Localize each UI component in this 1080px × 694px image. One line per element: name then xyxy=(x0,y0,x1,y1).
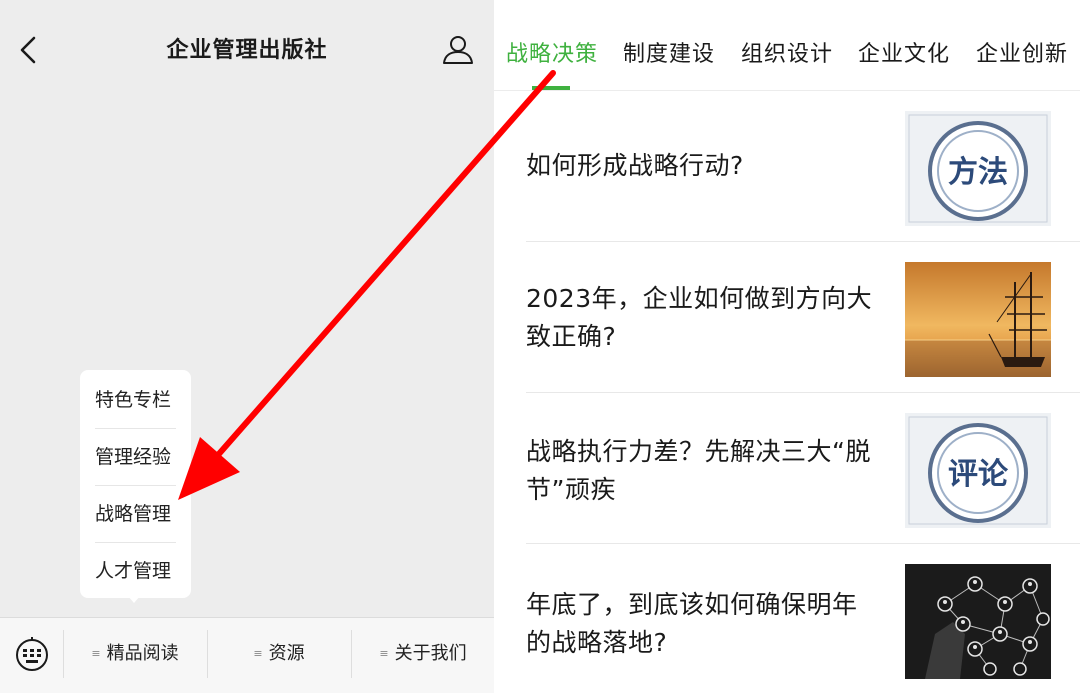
menu-button-featured-reading[interactable]: ≡ 精品阅读 xyxy=(64,618,206,693)
network-people-image xyxy=(905,564,1051,679)
menu-button-about-us[interactable]: ≡ 关于我们 xyxy=(352,618,494,693)
keyboard-icon xyxy=(16,637,48,671)
menu-button-resources[interactable]: ≡ 资源 xyxy=(208,618,350,693)
page-title: 企业管理出版社 xyxy=(166,38,328,63)
article-item[interactable]: 年底了，到底该如何确保明年的战略落地? xyxy=(526,544,1080,694)
article-thumbnail: 方法 xyxy=(905,111,1051,226)
menu-lines-icon: ≡ xyxy=(379,647,389,660)
keyboard-toggle-button[interactable] xyxy=(14,634,50,674)
top-bar: 企业管理出版社 xyxy=(0,0,494,100)
menu-lines-icon: ≡ xyxy=(91,647,101,660)
menu-button-label: 资源 xyxy=(268,643,305,664)
article-thumbnail: 评论 xyxy=(905,413,1051,528)
profile-button[interactable] xyxy=(440,32,476,68)
submenu-item[interactable]: 人才管理 xyxy=(95,543,176,599)
article-thumbnail xyxy=(905,262,1051,377)
article-title: 战略执行力差？先解决三大“脱节”顽疾 xyxy=(526,437,871,504)
tab-org-design[interactable]: 组织设计 xyxy=(741,36,833,68)
article-item[interactable]: 如何形成战略行动? 方法 xyxy=(526,91,1080,242)
tab-innovation[interactable]: 企业创新 xyxy=(976,36,1068,68)
tab-strategy[interactable]: 战略决策 xyxy=(506,36,598,68)
article-thumbnail xyxy=(905,564,1051,679)
menu-button-label: 精品阅读 xyxy=(106,643,179,664)
thumbnail-text: 评论 xyxy=(948,457,1009,492)
tab-culture[interactable]: 企业文化 xyxy=(858,36,950,68)
article-item[interactable]: 战略执行力差？先解决三大“脱节”顽疾 评论 xyxy=(526,393,1080,544)
thumbnail-text: 方法 xyxy=(948,155,1008,190)
article-list-panel: 战略决策 制度建设 组织设计 企业文化 企业创新 如何形成战略行动? 方法 20… xyxy=(494,0,1080,692)
menu-button-label: 关于我们 xyxy=(394,643,467,664)
account-panel: 企业管理出版社 特色专栏 管理经验 战略管理 人才管理 ≡ 精品阅读 ≡ 资源 … xyxy=(0,0,494,693)
active-tab-indicator xyxy=(532,86,570,90)
popup-pointer xyxy=(128,596,140,603)
submenu-item[interactable]: 特色专栏 xyxy=(95,372,176,429)
article-item[interactable]: 2023年，企业如何做到方向大致正确? xyxy=(526,242,1080,393)
category-tabs: 战略决策 制度建设 组织设计 企业文化 企业创新 xyxy=(494,0,1080,91)
person-icon xyxy=(443,36,473,64)
tab-systems[interactable]: 制度建设 xyxy=(623,36,715,68)
menu-lines-icon: ≡ xyxy=(253,647,263,660)
article-title: 年底了，到底该如何确保明年的战略落地? xyxy=(526,590,858,657)
bottom-menu-bar: ≡ 精品阅读 ≡ 资源 ≡ 关于我们 xyxy=(0,617,494,693)
sailing-ship-image xyxy=(905,262,1051,377)
article-title: 2023年，企业如何做到方向大致正确? xyxy=(526,284,873,351)
submenu-item[interactable]: 管理经验 xyxy=(95,429,176,486)
submenu-popup: 特色专栏 管理经验 战略管理 人才管理 xyxy=(80,370,191,598)
article-title: 如何形成战略行动? xyxy=(526,151,744,180)
submenu-item[interactable]: 战略管理 xyxy=(95,486,176,543)
